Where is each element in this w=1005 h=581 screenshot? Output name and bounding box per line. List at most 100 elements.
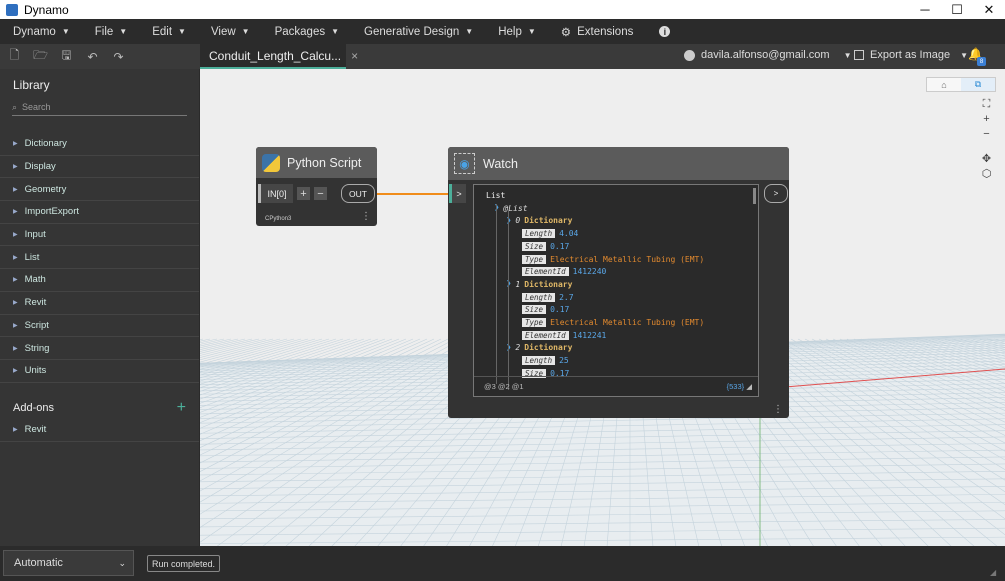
menu-packages[interactable]: Packages ▼ xyxy=(275,26,339,38)
zoom-to-fit-icon[interactable]: ⛶ xyxy=(978,97,995,111)
node-menu-icon[interactable]: ⋮ xyxy=(773,404,783,415)
field-value: Electrical Metallic Tubing (EMT) xyxy=(550,254,705,264)
menu-extensions[interactable]: ⚙ Extensions xyxy=(561,25,634,39)
close-window-button[interactable]: ✕ xyxy=(973,0,1005,19)
maximize-button[interactable]: ☐ xyxy=(941,0,973,19)
new-file-icon[interactable]: 🗋 xyxy=(8,48,21,63)
watch-footer: @3 @2 @1 {533} ◢ xyxy=(474,376,758,396)
zoom-controls: ⛶ + − ✥ ⬡ xyxy=(978,97,997,181)
redo-icon[interactable]: ↷ xyxy=(112,50,125,64)
library-item-math[interactable]: ▶ Math xyxy=(0,269,199,292)
node-menu-icon[interactable]: ⋮ xyxy=(361,211,371,222)
eye-icon: ◉ xyxy=(454,153,475,174)
addons-title: Add-ons xyxy=(13,402,54,414)
library-item-dictionary[interactable]: ▶ Dictionary xyxy=(0,133,199,156)
python-node-header[interactable]: Python Script xyxy=(256,147,377,178)
addon-item-revit[interactable]: ▶ Revit xyxy=(0,419,199,442)
chevron-down-icon: ▼ xyxy=(331,27,340,36)
menu-label: Packages xyxy=(274,25,326,38)
watch-output-port[interactable]: > xyxy=(764,184,788,203)
tree-row-entry: ❯1Dictionary xyxy=(506,279,572,290)
menu-label: View xyxy=(210,25,236,38)
window-resize-grip-icon[interactable]: ◢ xyxy=(990,568,999,577)
undo-icon[interactable]: ↶ xyxy=(86,50,99,64)
watch-input-port[interactable]: > xyxy=(449,184,466,203)
menu-file[interactable]: File ▼ xyxy=(95,26,127,38)
library-item-label: List xyxy=(24,251,40,263)
menu-dynamo[interactable]: Dynamo ▼ xyxy=(13,26,70,38)
geometry-view-icon[interactable]: ⌂ xyxy=(927,78,961,91)
menu-help[interactable]: Help ▼ xyxy=(498,26,536,38)
menu-label: Generative Design xyxy=(364,25,460,38)
info-icon[interactable]: i xyxy=(659,26,671,37)
user-account[interactable]: davila.alfonso@gmail.com ▼ xyxy=(684,49,851,61)
library-item-list[interactable]: ▶ List xyxy=(0,246,199,270)
tab-conduit-length[interactable]: Conduit_Length_Calcu... × xyxy=(200,44,358,69)
list-levels: @3 @2 @1 xyxy=(484,382,524,391)
tree-row-field: Length 4.04 xyxy=(522,228,578,239)
connector-wire[interactable] xyxy=(377,193,448,195)
menu-view[interactable]: View ▼ xyxy=(211,26,250,38)
output-port-out[interactable]: OUT xyxy=(341,184,375,203)
library-item-display[interactable]: ▶ Display xyxy=(0,156,199,179)
menu-generative-design[interactable]: Generative Design ▼ xyxy=(364,26,473,38)
notifications-button[interactable]: 🔔 8 xyxy=(968,47,986,66)
entry-index: 2 xyxy=(515,343,521,353)
expand-arrow-icon: ▶ xyxy=(13,322,18,329)
library-item-label: Display xyxy=(24,161,56,173)
watch-node-title: Watch xyxy=(483,156,518,171)
zoom-in-icon[interactable]: + xyxy=(978,112,995,126)
add-addon-icon[interactable]: + xyxy=(177,399,186,417)
library-item-input[interactable]: ▶ Input xyxy=(0,224,199,247)
image-icon xyxy=(854,50,864,60)
field-key: Size xyxy=(522,241,547,251)
zoom-out-icon[interactable]: − xyxy=(978,127,995,141)
library-item-script[interactable]: ▶ Script xyxy=(0,315,199,338)
chevron-down-icon: ▼ xyxy=(527,27,536,36)
tree-row-sublist: ❯@List xyxy=(494,203,528,214)
library-item-label: Math xyxy=(24,274,46,286)
watch-root-label: List xyxy=(486,191,506,200)
library-item-string[interactable]: ▶ String xyxy=(0,337,199,360)
library-item-geometry[interactable]: ▶ Geometry xyxy=(0,178,199,202)
run-mode-select[interactable]: Automatic ⌄ xyxy=(3,550,134,576)
library-item-importexport[interactable]: ▶ ImportExport xyxy=(0,201,199,224)
graph-view-icon[interactable]: ⧉ xyxy=(961,78,995,91)
tools-spacer xyxy=(978,142,995,150)
status-bar: Automatic ⌄ Run completed. ◢ xyxy=(0,546,1005,581)
resize-grip-icon[interactable]: ◢ xyxy=(746,382,752,391)
watch-preview-panel[interactable]: List❯@List❯0DictionaryLength4.04Size0.17… xyxy=(473,184,759,397)
tree-row-field: Size 0.17 xyxy=(522,304,569,315)
field-value: 0.17 xyxy=(550,241,570,251)
open-folder-icon[interactable]: 🗁 xyxy=(33,48,48,63)
orbit-cube-icon[interactable]: ⬡ xyxy=(978,166,995,180)
watch-node-header[interactable]: ◉ Watch xyxy=(448,147,789,180)
field-value: 2.7 xyxy=(559,292,574,302)
menu-label: Edit xyxy=(152,25,173,38)
export-as-image-button[interactable]: Export as Image ▼ xyxy=(854,49,968,61)
add-input-button[interactable]: + xyxy=(297,187,310,200)
python-script-node[interactable]: Python Script IN[0] + − OUT CPython3 ⋮ xyxy=(256,147,377,226)
search-placeholder: Search xyxy=(22,102,51,112)
chevron-down-icon: ▼ xyxy=(178,27,186,36)
tree-row-field: Length 25 xyxy=(522,355,569,366)
menu-edit[interactable]: Edit ▼ xyxy=(152,26,186,38)
watch-scrollbar[interactable] xyxy=(753,188,756,204)
watch-node[interactable]: ◉ Watch > > List ❯@List❯0Dictionary Length… xyxy=(448,147,789,418)
library-search-input[interactable]: ⌕ Search xyxy=(12,99,187,116)
expand-arrow-icon: ▶ xyxy=(13,368,18,375)
library-item-units[interactable]: ▶ Units xyxy=(0,360,199,383)
minimize-button[interactable]: ─ xyxy=(909,0,941,19)
chevron-down-icon: ▼ xyxy=(960,50,969,60)
tree-row-field: Length 2.7 xyxy=(522,292,574,303)
field-key: Length xyxy=(522,292,556,302)
field-key: Length xyxy=(522,356,556,366)
tab-label: Conduit_Length_Calcu... xyxy=(209,48,342,63)
field-value: 4.04 xyxy=(559,229,579,239)
library-item-revit[interactable]: ▶ Revit xyxy=(0,292,199,315)
save-icon[interactable]: 🖫 xyxy=(60,48,73,63)
remove-input-button[interactable]: − xyxy=(314,187,327,200)
input-port-in0[interactable]: IN[0] xyxy=(258,184,293,203)
pan-icon[interactable]: ✥ xyxy=(978,151,995,165)
close-tab-icon[interactable]: × xyxy=(351,49,358,63)
